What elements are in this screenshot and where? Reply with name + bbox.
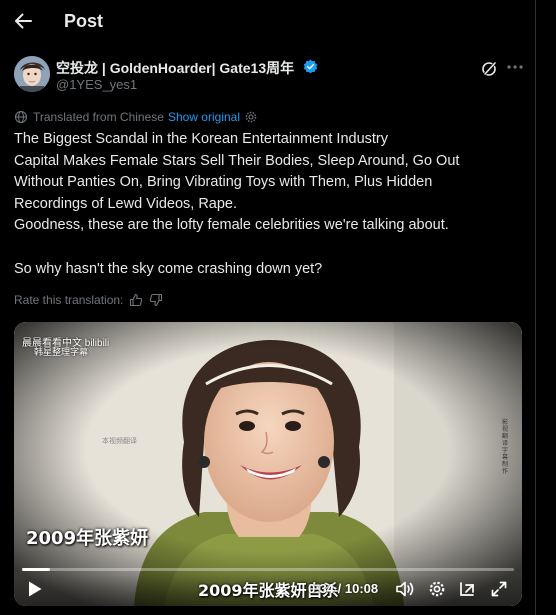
post-text-line: Capital Makes Female Stars Sell Their Bo… <box>14 152 460 169</box>
video-frame <box>14 322 522 606</box>
post-text-line: So why hasn't the sky come crashing down… <box>14 260 323 277</box>
post-text-line: Goodness, these are the lofty female cel… <box>14 217 449 234</box>
video-caption: 2009年张紫妍 <box>26 528 149 549</box>
verified-badge-icon <box>303 59 318 74</box>
avatar[interactable] <box>14 56 50 92</box>
video-watermark-right: 影视翻译字幕制作 <box>502 420 509 475</box>
grok-icon[interactable] <box>480 60 498 78</box>
post-body: The Biggest Scandal in the Korean Entert… <box>14 129 544 280</box>
post-text-line: Without Panties On, Bring Vibrating Toys… <box>14 174 433 191</box>
translated-from-label: Translated from Chinese <box>33 110 164 124</box>
play-icon <box>29 581 42 597</box>
post-author: 空投龙 | GoldenHoarder| Gate13周年 @1YES_yes1 <box>14 56 534 96</box>
video-time: 0:34 / 10:08 <box>308 581 379 596</box>
picture-in-picture-icon <box>460 582 474 596</box>
show-original-link[interactable]: Show original <box>168 110 240 124</box>
volume-button[interactable] <box>394 578 416 600</box>
more-options-button[interactable] <box>504 58 526 78</box>
thumbs-up-icon[interactable] <box>129 293 143 307</box>
back-button[interactable] <box>12 10 34 32</box>
globe-icon <box>14 110 28 124</box>
post-text-line: The Biggest Scandal in the Korean Entert… <box>14 131 388 147</box>
thumbs-down-icon[interactable] <box>149 293 163 307</box>
video-watermark-mid: 本视频翻译 <box>102 438 137 445</box>
page-title: Post <box>64 11 104 31</box>
video-settings-button[interactable] <box>426 578 448 600</box>
column-divider <box>535 0 536 615</box>
volume-icon <box>396 581 414 597</box>
rate-translation: Rate this translation: <box>14 291 163 309</box>
video-player[interactable]: 晨晨看看中文 bilibili 韩星整理字幕 本视频翻译 影视翻译字幕制作 20… <box>14 322 522 606</box>
author-handle[interactable]: @1YES_yes1 <box>56 77 137 92</box>
play-button[interactable] <box>24 578 46 600</box>
gear-icon[interactable] <box>245 111 257 123</box>
arrow-left-icon <box>15 13 32 29</box>
more-dots-icon <box>507 65 523 69</box>
rate-translation-label: Rate this translation: <box>14 293 124 307</box>
video-watermark-sub: 韩星整理字幕 <box>34 347 89 357</box>
translation-notice: Translated from Chinese Show original <box>14 109 257 125</box>
post-header: Post <box>0 0 556 46</box>
fullscreen-button[interactable] <box>488 578 510 600</box>
gear-icon <box>429 581 445 597</box>
video-progress-bar[interactable] <box>22 568 514 571</box>
picture-in-picture-button[interactable] <box>456 578 478 600</box>
fullscreen-icon <box>491 581 507 597</box>
post-text-line: Recordings of Lewd Videos, Rape. <box>14 195 238 212</box>
video-progress-fill <box>22 568 50 571</box>
author-name[interactable]: 空投龙 | GoldenHoarder| Gate13周年 <box>56 58 294 78</box>
